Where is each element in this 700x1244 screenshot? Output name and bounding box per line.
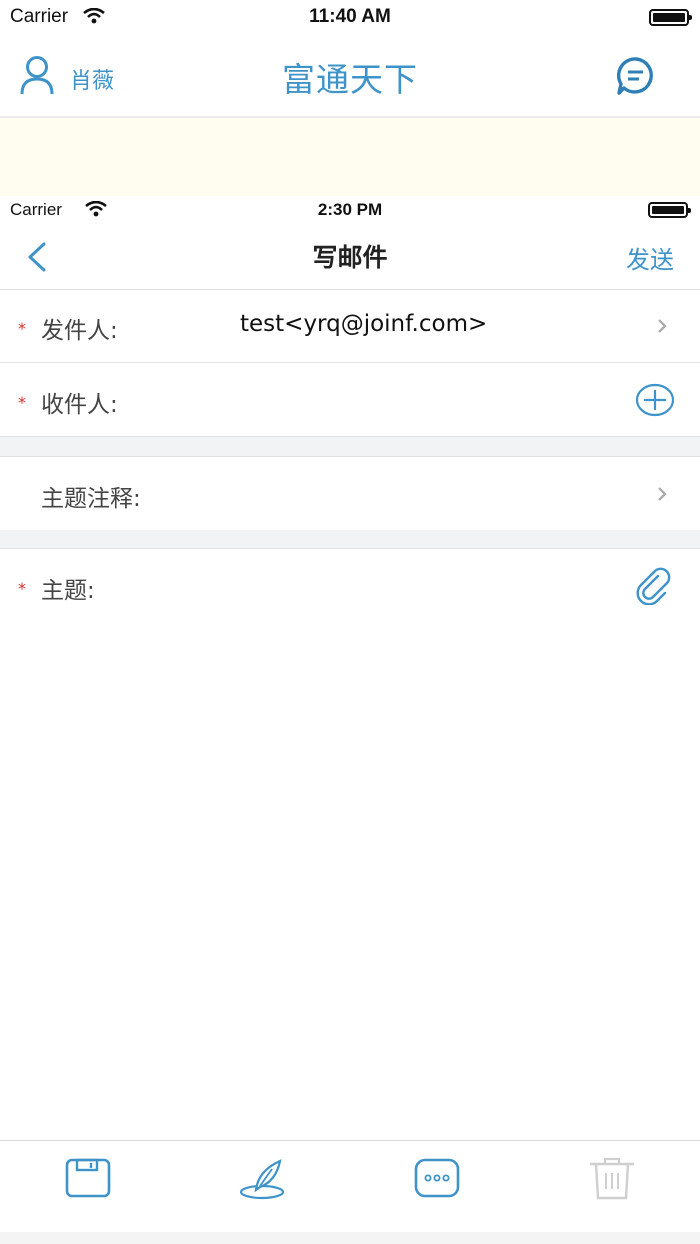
sender-value[interactable]: test<yrq@joinf.com> [240, 311, 487, 337]
required-mark: * [18, 393, 26, 412]
message-icon[interactable] [616, 56, 656, 96]
send-button[interactable]: 发送 [626, 240, 674, 275]
back-status-bar: Carrier 11:40 AM [0, 0, 700, 36]
sender-label: 发件人: [41, 318, 118, 344]
sender-row[interactable]: * 发件人: test<yrq@joinf.com> [0, 290, 700, 363]
back-app-title: 富通天下 [282, 60, 418, 99]
battery-icon [648, 202, 691, 218]
attachment-icon[interactable] [634, 567, 676, 605]
subject-note-row[interactable]: 主题注释: [0, 456, 700, 531]
subject-row[interactable]: * 主题: [0, 548, 700, 623]
section-gap [0, 530, 700, 548]
chevron-right-icon [658, 319, 667, 333]
recipient-label: 收件人: [41, 392, 118, 418]
chevron-right-icon [658, 487, 667, 501]
subject-label: 主题: [41, 578, 95, 604]
required-mark: * [18, 319, 26, 338]
signature-icon[interactable] [238, 1157, 288, 1201]
required-mark: * [18, 579, 26, 598]
save-icon[interactable] [64, 1157, 112, 1199]
back-banner [0, 118, 700, 196]
trash-icon[interactable] [587, 1155, 637, 1201]
bottom-toolbar [0, 1140, 700, 1233]
recipient-row[interactable]: * 收件人: [0, 363, 700, 437]
compose-screen: Carrier 2:30 PM 写邮件 发送 * 发件人: test<yrq@j… [0, 196, 700, 1244]
email-body-area[interactable] [0, 622, 700, 1139]
section-gap [0, 437, 700, 456]
page-title: 写邮件 [312, 243, 388, 272]
more-icon[interactable] [414, 1158, 460, 1198]
subject-note-label: 主题注释: [41, 486, 141, 512]
back-status-time: 11:40 AM [309, 6, 391, 27]
home-indicator-strip [0, 1232, 700, 1244]
battery-icon [649, 9, 692, 26]
add-recipient-icon[interactable] [635, 383, 675, 417]
status-time: 2:30 PM [317, 200, 383, 219]
